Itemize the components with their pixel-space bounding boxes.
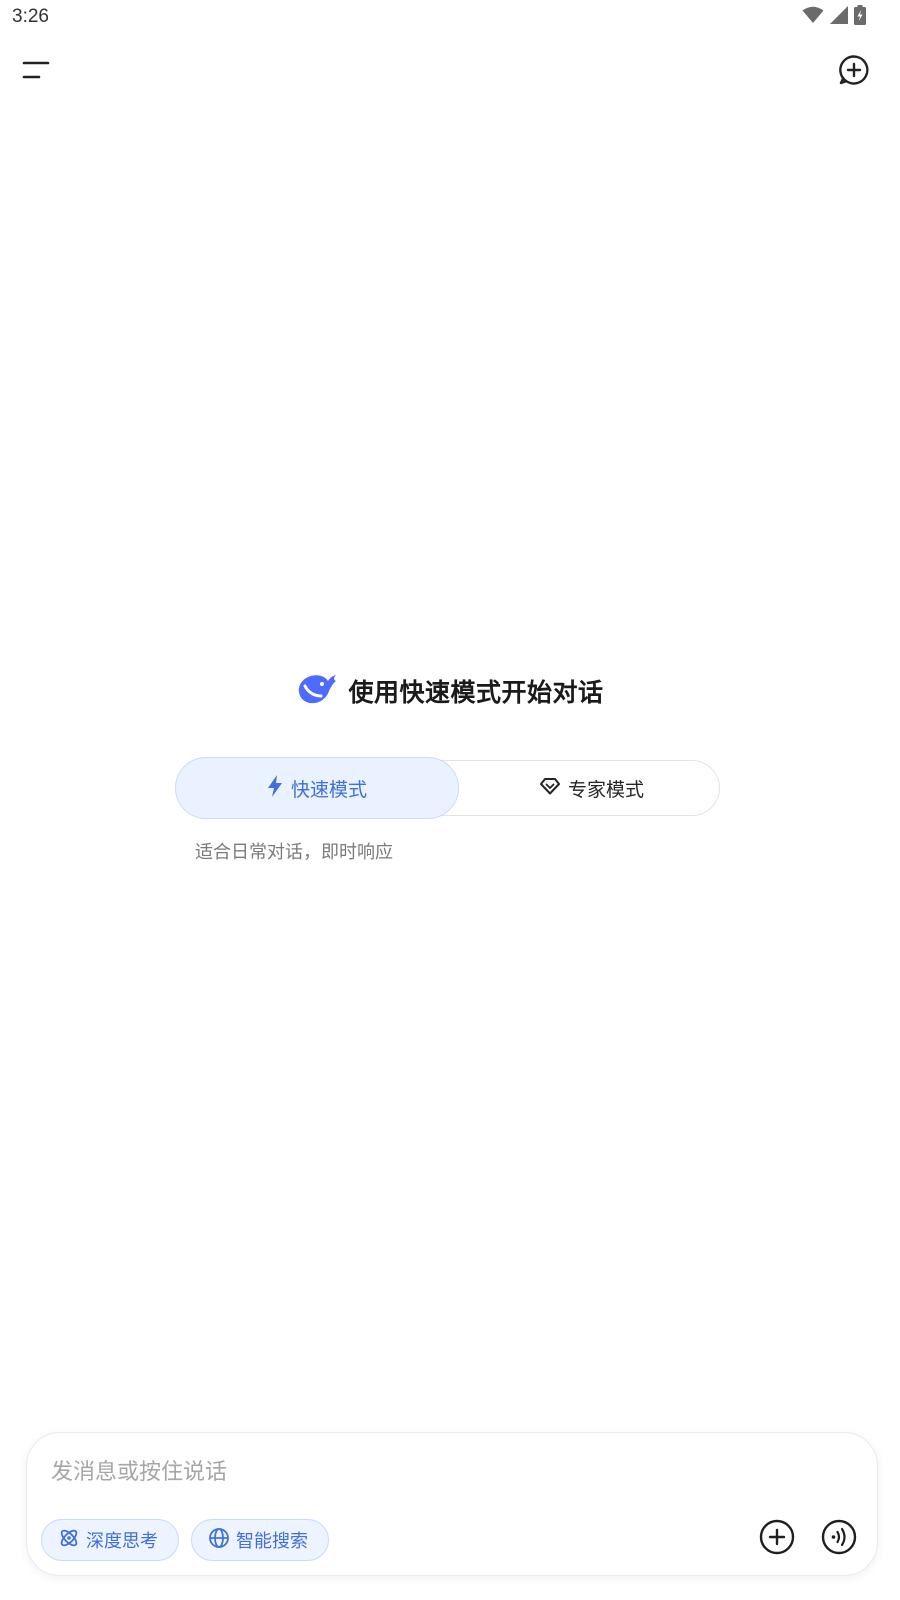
status-time: 3:26 bbox=[12, 6, 49, 27]
status-bar: 3:26 bbox=[0, 0, 900, 36]
voice-button[interactable] bbox=[819, 1519, 859, 1559]
mode-switch: 快速模式 专家模式 bbox=[175, 757, 721, 819]
globe-icon bbox=[208, 1527, 230, 1554]
battery-charging-icon bbox=[854, 5, 866, 29]
fast-mode-label: 快速模式 bbox=[290, 778, 367, 801]
lightning-icon bbox=[267, 774, 283, 802]
menu-icon bbox=[22, 59, 50, 85]
fast-mode-button[interactable]: 快速模式 bbox=[175, 757, 459, 819]
smart-search-label: 智能搜索 bbox=[236, 1531, 308, 1552]
deep-think-toggle[interactable]: 深度思考 bbox=[41, 1519, 179, 1561]
whale-logo-icon bbox=[296, 672, 338, 710]
expert-mode-button[interactable]: 专家模式 bbox=[463, 757, 721, 819]
attach-button[interactable] bbox=[757, 1519, 797, 1559]
diamond-icon bbox=[539, 777, 560, 800]
voice-wave-icon bbox=[821, 1519, 857, 1559]
app-screen: 3:26 使用快速模式开始对话 快速模式 专家模式 适合日常对话，即时响应 发消… bbox=[0, 0, 900, 1600]
expert-mode-label: 专家模式 bbox=[567, 778, 644, 801]
welcome-title: 使用快速模式开始对话 bbox=[348, 678, 604, 707]
message-composer: 深度思考 智能搜索 bbox=[26, 1432, 878, 1576]
deep-think-label: 深度思考 bbox=[86, 1531, 158, 1552]
new-chat-icon bbox=[838, 54, 870, 90]
atom-icon bbox=[58, 1527, 80, 1554]
cellular-signal-icon bbox=[830, 6, 848, 28]
status-icons bbox=[802, 5, 866, 29]
smart-search-toggle[interactable]: 智能搜索 bbox=[191, 1519, 329, 1561]
message-input[interactable] bbox=[49, 1451, 833, 1493]
menu-button[interactable] bbox=[14, 50, 58, 94]
welcome-heading: 使用快速模式开始对话 bbox=[0, 672, 900, 710]
mode-description: 适合日常对话，即时响应 bbox=[195, 842, 393, 863]
plus-circle-icon bbox=[759, 1519, 795, 1559]
new-chat-button[interactable] bbox=[832, 50, 876, 94]
wifi-icon bbox=[802, 6, 824, 28]
